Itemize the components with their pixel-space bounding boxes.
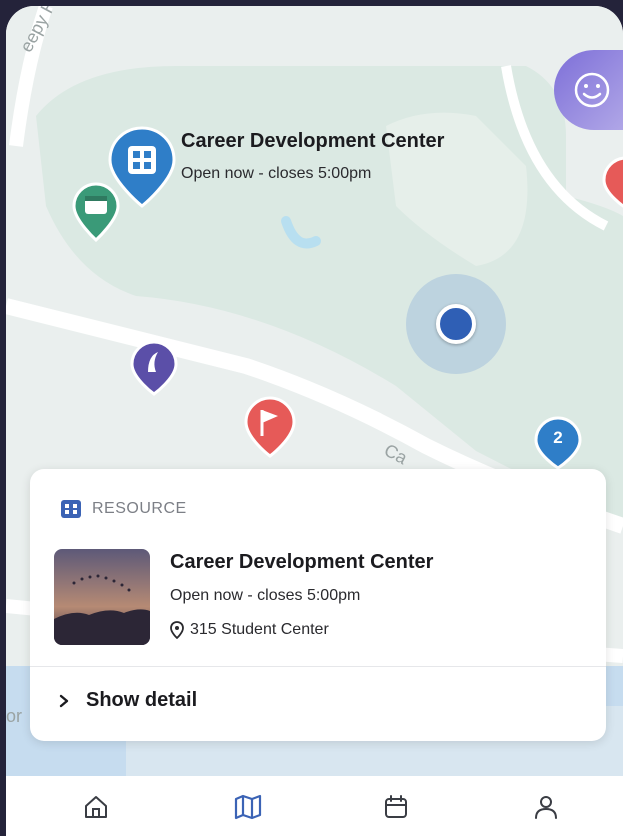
resource-hours: Open now - closes 5:00pm xyxy=(170,587,361,604)
map-icon xyxy=(234,794,262,820)
resource-title: Career Development Center xyxy=(170,551,434,573)
card-divider xyxy=(30,666,606,667)
resource-address: 315 Student Center xyxy=(170,621,329,639)
bottom-tab-bar xyxy=(6,776,623,836)
calendar-icon xyxy=(385,795,407,818)
cluster-pin[interactable]: 2 xyxy=(534,416,582,472)
show-detail-label: Show detail xyxy=(86,689,198,711)
location-pin-icon xyxy=(170,621,184,639)
tab-calendar[interactable] xyxy=(376,794,416,834)
callout-hours: Open now - closes 5:00pm xyxy=(181,165,372,182)
current-location-indicator xyxy=(406,274,506,374)
tab-home[interactable] xyxy=(76,794,116,834)
current-location-dot xyxy=(436,304,476,344)
resource-kind-text: RESOURCE xyxy=(92,500,187,517)
resource-card[interactable]: RESOURCE Career Development Center Open … xyxy=(30,469,606,741)
home-icon xyxy=(85,796,107,818)
landmark-flag-pin[interactable] xyxy=(244,396,296,465)
tab-map[interactable] xyxy=(228,794,268,834)
tab-profile[interactable] xyxy=(526,794,566,834)
road-label-left: or xyxy=(6,706,23,726)
location-photo xyxy=(54,549,150,645)
resource-kind-label: RESOURCE xyxy=(60,499,187,519)
chevron-right-icon xyxy=(59,694,69,707)
profile-icon xyxy=(535,796,557,819)
landmark-pin-edge[interactable] xyxy=(602,156,623,217)
smiley-icon xyxy=(574,72,610,108)
building-icon xyxy=(61,500,81,518)
cluster-count: 2 xyxy=(553,428,563,447)
dining-pin[interactable] xyxy=(130,340,178,403)
resource-address-text: 315 Student Center xyxy=(190,621,329,638)
event-pin[interactable] xyxy=(72,182,120,249)
app-screen: eepy Hollo Ca or Career Development Cent… xyxy=(6,6,623,836)
callout-title: Career Development Center xyxy=(181,130,445,152)
show-detail-button[interactable]: Show detail xyxy=(58,689,197,712)
selected-location-callout[interactable]: Career Development Center Open now - clo… xyxy=(181,130,444,183)
